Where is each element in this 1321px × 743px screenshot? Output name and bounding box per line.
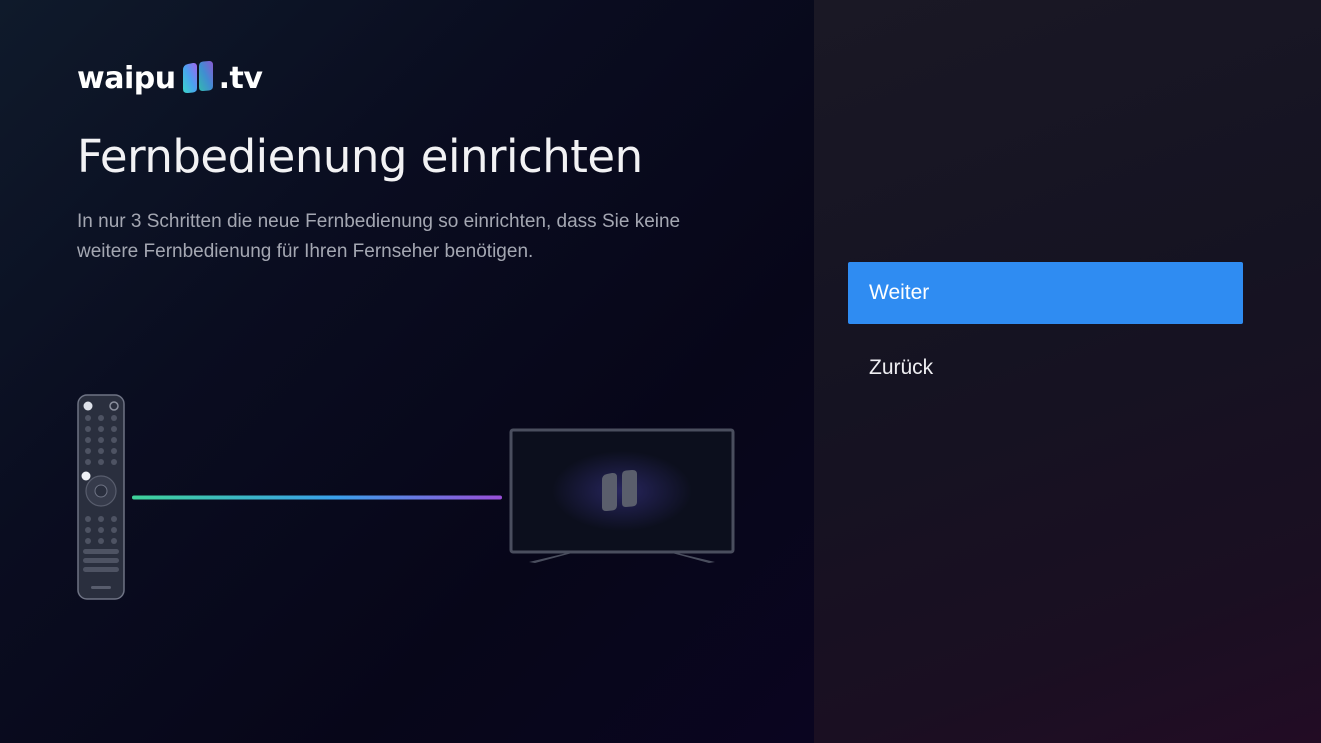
- info-panel: waipu .tv Fernbedienung einrichten In nu…: [0, 0, 814, 743]
- page-description: In nur 3 Schritten die neue Fernbedienun…: [77, 211, 681, 262]
- logo-text-prefix: waipu: [77, 60, 176, 96]
- page-title: Fernbedienung einrichten: [77, 130, 643, 183]
- signal-line: [132, 495, 502, 500]
- remote-tv-illustration: [77, 394, 735, 600]
- logo-text-suffix: .tv: [218, 60, 263, 96]
- waipu-logo-mark-icon: [182, 60, 213, 94]
- zurueck-button-label: Zurück: [869, 356, 934, 379]
- setup-screen: waipu .tv Fernbedienung einrichten In nu…: [0, 0, 1321, 743]
- remote-control-icon: [77, 394, 125, 600]
- weiter-button[interactable]: Weiter: [848, 262, 1243, 324]
- weiter-button-label: Weiter: [869, 281, 930, 304]
- zurueck-button[interactable]: Zurück: [848, 337, 1243, 399]
- waipu-logo: waipu .tv: [77, 58, 263, 98]
- tv-icon: [509, 428, 735, 563]
